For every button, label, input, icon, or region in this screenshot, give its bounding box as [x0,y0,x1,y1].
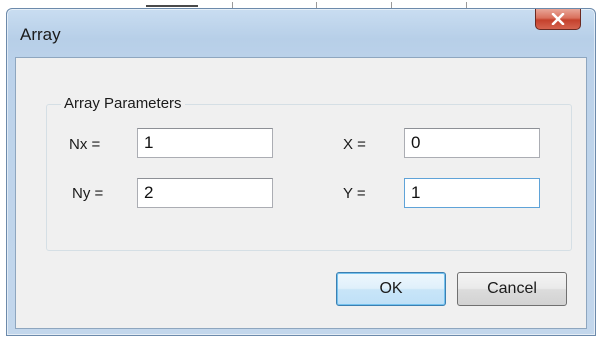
x-label: X = [343,136,366,153]
cancel-button[interactable]: Cancel [457,272,567,306]
dialog-client-area: Array Parameters Nx = Ny = X = Y = OK Ca… [15,57,587,329]
window-title: Array [20,25,61,44]
group-label: Array Parameters [61,95,185,112]
y-label: Y = [343,185,366,202]
ny-label: Ny = [72,185,104,202]
ruler-bar [146,5,198,7]
ok-button[interactable]: OK [336,272,446,306]
array-dialog: Array Array Parameters Nx = Ny = X = Y =… [6,8,596,336]
x-field[interactable] [404,128,540,158]
close-button[interactable] [535,9,581,30]
ny-field[interactable] [137,178,273,208]
nx-field[interactable] [137,128,273,158]
nx-label: Nx = [69,136,101,153]
close-icon [551,13,565,25]
y-field[interactable] [404,178,540,208]
